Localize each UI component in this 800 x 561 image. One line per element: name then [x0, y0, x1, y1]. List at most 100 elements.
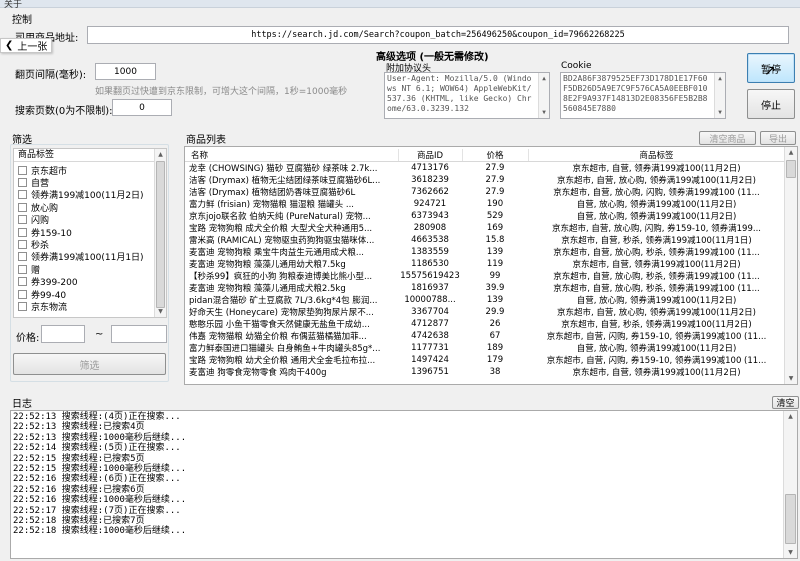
table-row[interactable]: 雷米高 (RAMICAL) 宠物驱虫药狗狗驱虫猫咪体... 4663538 15.8… [185, 234, 785, 246]
scroll-up-icon[interactable]: ▲ [785, 147, 797, 158]
cell-name: pidan混合猫砂 矿土豆腐款 7L/3.6kg*4包 膨润... [189, 296, 378, 306]
price-min-input[interactable] [41, 325, 85, 343]
export-button[interactable]: 导出 [760, 131, 796, 145]
table-row[interactable]: 【秒杀99】疯狂的小狗 狗粮泰迪博美比熊小型... 15575619423 99 京东… [185, 270, 785, 282]
cell-id: 1816937 [411, 283, 449, 293]
cell-price: 15.8 [485, 235, 505, 245]
tag-checkbox-item[interactable]: 京东物流 [18, 300, 67, 313]
checkbox[interactable] [18, 177, 27, 187]
table-row[interactable]: 富力鲜 (frisian) 宠物猫粮 猫湿粮 猫罐头 ... 924721 190 自… [185, 198, 785, 210]
price-max-input[interactable] [111, 325, 167, 343]
clear-log-button[interactable]: 清空 [772, 396, 799, 409]
page-interval-input[interactable]: 1000 [95, 63, 156, 80]
col-header-name[interactable]: 名称 [185, 149, 399, 162]
scroll-thumb[interactable] [785, 494, 796, 544]
product-table-scrollbar[interactable]: ▲ ▼ [784, 147, 797, 384]
tag-checkbox-item[interactable]: 闪购 [18, 214, 49, 226]
table-row[interactable]: 富力鲜泰国进口猫罐头 白身鲔鱼+牛肉罐头85g*... 1177731 189 自营,… [185, 342, 785, 354]
tag-checkbox-item[interactable]: 领券满199减100(11月1日) [18, 251, 144, 263]
checkbox[interactable] [18, 264, 27, 274]
stop-button[interactable]: 停止 [747, 89, 795, 119]
tag-checkbox-item[interactable]: 放心购 [18, 201, 58, 214]
cookie-textarea[interactable]: BD2A86F3879525EF73D178D1E17F60F5DB26D5A9… [560, 72, 726, 119]
checkbox[interactable] [18, 190, 27, 200]
checkbox[interactable] [18, 227, 27, 237]
tag-list[interactable]: 商品标签 京东超市 自营 领券满199减100(11月2日) 放心购 闪购券159-10… [13, 148, 167, 318]
table-row[interactable]: 龙幸 (CHOWSING) 猫砂 豆腐猫砂 绿茶味 2.7k... 4713176… [185, 162, 785, 174]
tag-list-header[interactable]: 商品标签 [14, 149, 154, 162]
product-table-container[interactable]: 名称 商品ID 价格 商品标签 龙幸 (CHOWSING) 猫砂 豆腐猫砂 绿茶… [184, 146, 798, 385]
tag-checkbox-item[interactable]: 券399-200 [18, 276, 78, 288]
scroll-down-icon[interactable]: ▼ [784, 547, 797, 558]
table-row[interactable]: 洁客 (Drymax) 植物结团奶香味豆腐猫砂6L 7362662 27.9 京东超市… [185, 186, 785, 198]
tag-checkbox-item[interactable]: 京东超市 [18, 164, 67, 177]
cell-tags: 京东超市, 自营, 领券满199减100(11月2日) [572, 260, 741, 270]
filter-button[interactable]: 筛选 [13, 353, 166, 375]
interval-hint: 如果翻页过快遭到京东限制，可增大这个间隔，1秒=1000毫秒 [95, 87, 348, 97]
cell-tags: 京东超市, 自营, 放心购, 秒杀, 领券满199减100 (11... [553, 272, 760, 282]
scroll-down-icon[interactable]: ▼ [155, 306, 166, 317]
cell-price: 67 [489, 331, 501, 341]
log-scrollbar[interactable]: ▲ ▼ [783, 411, 797, 558]
clear-log-label: 清空 [776, 399, 795, 409]
tag-checkbox-item[interactable]: 自营 [18, 176, 49, 189]
scroll-up-icon[interactable]: ▲ [784, 411, 797, 422]
back-tooltip-button[interactable]: ❮ 上一张 [0, 38, 53, 53]
scroll-up-icon[interactable]: ▲ [539, 73, 549, 84]
col-header-tags[interactable]: 商品标签 [528, 149, 786, 162]
checkbox[interactable] [18, 301, 27, 311]
checkbox[interactable] [18, 252, 27, 262]
cell-tags: 自营, 放心购, 领券满199减100(11月2日) [576, 200, 737, 210]
clear-products-button[interactable]: 清空商品 [699, 131, 756, 145]
checkbox[interactable] [18, 215, 27, 225]
scroll-down-icon[interactable]: ▼ [785, 373, 797, 384]
log-textarea[interactable]: 22:52:13 搜索线程:(4页)正在搜索... 22:52:13 搜索线程:已… [10, 410, 798, 559]
scroll-down-icon[interactable]: ▼ [715, 107, 725, 118]
cell-name: 雷米高 (RAMICAL) 宠物驱虫药狗狗驱虫猫咪体... [189, 236, 375, 246]
checkbox[interactable] [18, 239, 27, 249]
checkbox[interactable] [18, 165, 27, 175]
scroll-thumb[interactable] [786, 160, 796, 178]
tag-checkbox-item[interactable]: 券159-10 [18, 226, 72, 239]
table-row[interactable]: 麦富迪 宠物狗粮 藻藻儿通用成犬粮2.5kg 1816937 39.9 京东超市, 自… [185, 282, 785, 294]
table-row[interactable]: 京东jojo联名款 伯纳天纯 (PureNatural) 宠物... 637394… [185, 210, 785, 222]
table-row[interactable]: 伟嘉 宠物猫粮 幼猫全价粮 布偶蓝猫橘猫加菲... 4742638 67 京东超市, … [185, 330, 785, 342]
filter-button-label: 筛选 [79, 360, 100, 372]
table-row[interactable]: pidan混合猫砂 矿土豆腐款 7L/3.6kg*4包 膨润... 1000078… [185, 294, 785, 306]
checkbox[interactable] [18, 277, 27, 287]
checkbox[interactable] [18, 202, 27, 212]
checkbox[interactable] [18, 289, 27, 299]
ua-textarea[interactable]: User-Agent: Mozilla/5.0 (Windows NT 6.1;… [384, 72, 550, 119]
search-pages-input[interactable]: 0 [112, 99, 172, 116]
col-header-id[interactable]: 商品ID [398, 149, 463, 162]
tag-checkbox-item[interactable]: 领券满199减100(11月2日) [18, 189, 144, 201]
table-row[interactable]: 麦富迪 狗零食宠物零食 鸡肉干400g 1396751 38 京东超市, 自营, 领券… [185, 366, 785, 378]
cell-tags: 京东超市, 自营, 放心购, 闪购, 券159-10, 领券满199... [552, 224, 761, 234]
cookie-scrollbar[interactable]: ▲ ▼ [714, 73, 725, 118]
tag-checkbox-item[interactable]: 赠 [18, 263, 40, 276]
cell-name: 宝路 宠物狗粮 成犬全价粮 大型犬全犬种通用5... [189, 224, 373, 234]
table-row[interactable]: 洁客 (Drymax) 植物无尘结团绿茶味豆腐猫砂6L... 3618239 27.… [185, 174, 785, 186]
tag-label: 券159-10 [31, 228, 72, 239]
tag-list-scrollbar[interactable]: ▲ ▼ [154, 149, 166, 317]
cell-tags: 京东超市, 自营, 放心购, 秒杀, 领券满199减100 (11... [553, 248, 760, 258]
tag-checkbox-item[interactable]: 券99-40 [18, 288, 66, 301]
cell-name: 好命天生 (Honeycare) 宠物尿垫狗狗尿片尿不... [189, 308, 374, 318]
ua-scrollbar[interactable]: ▲ ▼ [538, 73, 549, 118]
table-row[interactable]: 麦富迪 宠物狗粮 藻藻儿通用幼犬粮7.5kg 1186530 119 京东超市, 自营… [185, 258, 785, 270]
table-row[interactable]: 好命天生 (Honeycare) 宠物尿垫狗狗尿片尿不... 3367704 29.… [185, 306, 785, 318]
log-line: 22:52:16 搜索线程:已搜索6页 [13, 484, 145, 495]
col-header-price[interactable]: 价格 [462, 149, 529, 162]
scroll-up-icon[interactable]: ▲ [715, 73, 725, 84]
scroll-thumb[interactable] [156, 161, 165, 308]
table-row[interactable]: 宝路 宠物狗粮 幼犬全价粮 通用犬全金毛拉布拉... 1497424 179 京东超市… [185, 354, 785, 366]
scroll-up-icon[interactable]: ▲ [155, 149, 166, 160]
table-row[interactable]: 宝路 宠物狗粮 成犬全价粮 大型犬全犬种通用5... 280908 169 京东超市,… [185, 222, 785, 234]
url-input[interactable]: https://search.jd.com/Search?coupon_batc… [87, 26, 789, 44]
table-row[interactable]: 麦富迪 宠物狗粮 乘宝牛肉益生元通用成犬粮... 1383559 139 京东超市, … [185, 246, 785, 258]
cell-name: 麦富迪 宠物狗粮 藻藻儿通用幼犬粮7.5kg [189, 260, 346, 270]
table-row[interactable]: 憨憨乐园 小鱼干猫零食天然健康无盐鱼干成幼... 4712877 26 京东超市, 自… [185, 318, 785, 330]
scroll-down-icon[interactable]: ▼ [539, 107, 549, 118]
tag-checkbox-item[interactable]: 秒杀 [18, 238, 49, 251]
cell-price: 139 [486, 295, 504, 305]
